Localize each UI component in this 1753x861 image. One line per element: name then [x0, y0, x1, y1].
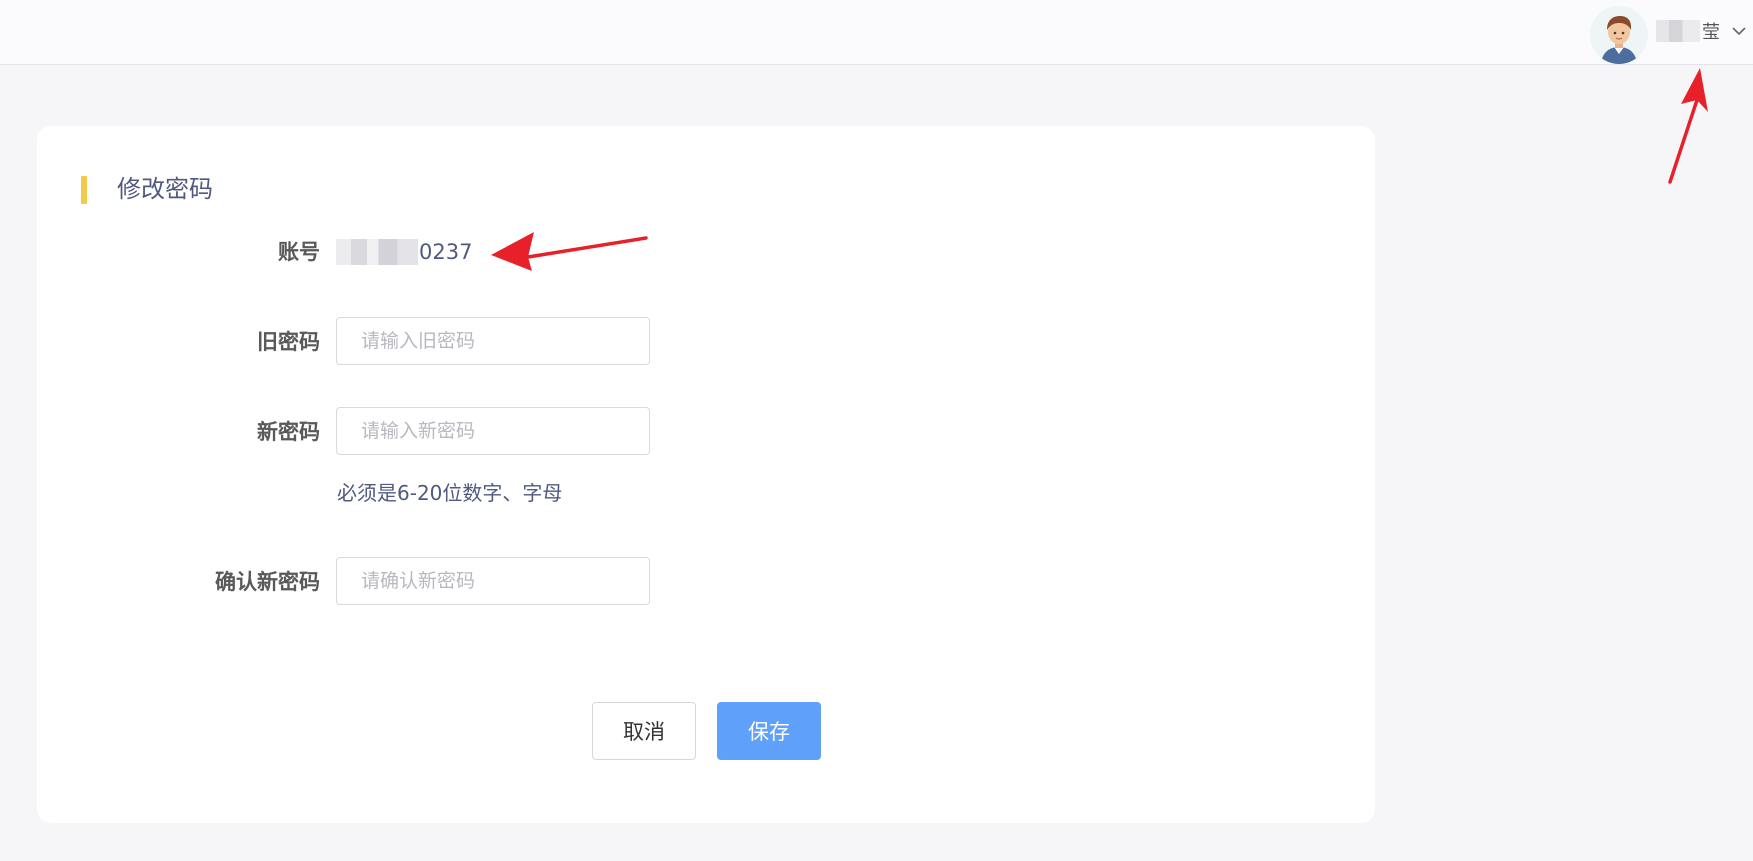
avatar[interactable] — [1590, 6, 1648, 64]
old-password-input[interactable] — [336, 317, 650, 365]
change-password-card: 修改密码 账号 0237 旧密码 新密码 必须是6-20位数字、字母 确认新密码… — [37, 126, 1375, 823]
top-bar: 莹 — [0, 0, 1753, 65]
chevron-down-icon[interactable] — [1730, 22, 1748, 40]
new-password-input[interactable] — [336, 407, 650, 455]
cancel-button[interactable]: 取消 — [592, 702, 696, 760]
username: 莹 — [1702, 22, 1720, 43]
confirm-password-input[interactable] — [336, 557, 650, 605]
arrow-to-user-menu — [1668, 68, 1708, 184]
account-value: 0237 — [419, 240, 473, 264]
save-button[interactable]: 保存 — [717, 702, 821, 760]
new-password-label: 新密码 — [257, 420, 320, 444]
password-hint: 必须是6-20位数字、字母 — [337, 481, 563, 505]
user-avatar-icon — [1590, 6, 1648, 64]
title-accent-bar — [81, 176, 87, 204]
user-menu[interactable]: 莹 — [1656, 18, 1748, 44]
account-label: 账号 — [278, 240, 320, 264]
username-redaction — [1656, 20, 1700, 42]
old-password-label: 旧密码 — [257, 330, 320, 354]
confirm-password-label: 确认新密码 — [215, 570, 320, 594]
page-title: 修改密码 — [117, 175, 213, 203]
account-redaction — [336, 239, 418, 265]
